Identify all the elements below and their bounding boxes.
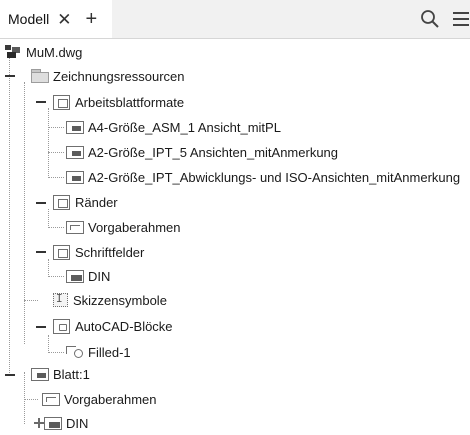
tree-connector (48, 152, 64, 153)
collapse-toggle[interactable] (35, 197, 46, 208)
folder-icon (31, 69, 49, 83)
autocad-blocks-folder-icon (53, 318, 71, 334)
title-block-icon (44, 416, 62, 430)
tree-item-label: DIN (66, 415, 89, 431)
collapse-toggle[interactable] (35, 321, 46, 332)
tree-connector (48, 259, 49, 277)
sheet-icon (31, 367, 49, 381)
tree-item-sheet-vorgaberahmen[interactable]: Vorgaberahmen (42, 387, 157, 411)
tab-modell[interactable]: Modell ✕ + (0, 0, 112, 38)
browser-tabbar: Modell ✕ + (0, 0, 470, 39)
sheet-format-icon (66, 170, 84, 184)
tree-connector (48, 276, 64, 277)
tree-item-label: Schriftfelder (75, 244, 145, 260)
autocad-block-icon (66, 345, 84, 359)
title-block-icon (66, 269, 84, 283)
tree-item-format-2[interactable]: A2-Größe_IPT_5 Ansichten_mitAnmerkung (66, 140, 338, 164)
tree-item-format-1[interactable]: A4-Größe_ASM_1 Ansicht_mitPL (66, 115, 281, 139)
tree-connector (9, 58, 10, 373)
tree-item-label: Blatt:1 (53, 366, 90, 382)
tree-connector (24, 372, 25, 424)
sheet-format-icon (66, 120, 84, 134)
border-folder-icon (53, 194, 71, 210)
tree-item-format-3[interactable]: A2-Größe_IPT_Abwicklungs- und ISO-Ansich… (66, 165, 460, 189)
expand-toggle[interactable] (33, 417, 44, 428)
tree-item-schriftfelder[interactable]: Schriftfelder (53, 240, 144, 264)
sheet-format-icon (66, 145, 84, 159)
border-icon (66, 220, 84, 234)
menu-icon[interactable] (452, 9, 470, 32)
tree-item-label: Ränder (75, 194, 118, 210)
tab-modell-label: Modell (8, 11, 50, 27)
tree-item-sheet-din[interactable]: DIN (44, 411, 88, 435)
tree-connector (48, 108, 49, 178)
tree-item-label: AutoCAD-Blöcke (75, 318, 173, 334)
tree-connector (24, 399, 38, 400)
tree-connector (48, 227, 64, 228)
border-icon (42, 392, 60, 406)
tree-connector (24, 82, 25, 344)
tree-item-vorgaberahmen[interactable]: Vorgaberahmen (66, 215, 181, 239)
tree-item-label: Zeichnungsressourcen (53, 68, 185, 84)
tree-item-label: Vorgaberahmen (64, 391, 157, 407)
tree-connector (48, 177, 64, 178)
tree-item-arbeitsblattformate[interactable]: Arbeitsblattformate (53, 90, 184, 114)
tree-item-din[interactable]: DIN (66, 264, 110, 288)
tree-item-mum-dwg[interactable]: MuM.dwg (4, 40, 82, 64)
tree-connector (48, 352, 64, 353)
tree-connector (48, 209, 49, 228)
tree-item-label: A4-Größe_ASM_1 Ansicht_mitPL (88, 119, 281, 135)
tree-connector (48, 127, 64, 128)
tree-item-skizzensymbole[interactable]: Skizzensymbole (53, 288, 167, 312)
tree-item-label: MuM.dwg (26, 44, 83, 60)
tree-item-label: Filled-1 (88, 344, 131, 360)
collapse-toggle[interactable] (35, 246, 46, 257)
close-icon[interactable]: ✕ (57, 11, 71, 28)
collapse-toggle[interactable] (4, 369, 15, 380)
tree-item-label: Arbeitsblattformate (75, 94, 185, 110)
tree-connector (24, 300, 38, 301)
search-icon[interactable] (420, 9, 440, 32)
tree-item-label: A2-Größe_IPT_5 Ansichten_mitAnmerkung (88, 144, 339, 160)
tree-item-blatt-1[interactable]: Blatt:1 (31, 362, 90, 386)
tree-item-label: A2-Größe_IPT_Abwicklungs- und ISO-Ansich… (88, 169, 461, 185)
plus-icon[interactable]: + (86, 9, 98, 29)
model-browser-tree: MuM.dwg Zeichnungsressourcen Arbeitsblat… (0, 38, 470, 431)
tree-item-label: Skizzensymbole (73, 292, 167, 308)
collapse-toggle[interactable] (35, 96, 46, 107)
collapse-toggle[interactable] (4, 70, 15, 81)
tree-item-label: Vorgaberahmen (88, 219, 181, 235)
title-block-folder-icon (53, 244, 71, 260)
tree-connector (48, 335, 49, 353)
tree-item-zeichnungsressourcen[interactable]: Zeichnungsressourcen (31, 64, 185, 88)
tree-item-label: DIN (88, 268, 111, 284)
drawing-file-icon (4, 44, 22, 60)
tree-item-raender[interactable]: Ränder (53, 190, 118, 214)
sketch-symbol-icon (53, 292, 69, 307)
sheet-format-folder-icon (53, 94, 71, 110)
tree-item-autocad-bloecke[interactable]: AutoCAD-Blöcke (53, 314, 173, 338)
tree-item-filled-1[interactable]: Filled-1 (66, 340, 131, 364)
